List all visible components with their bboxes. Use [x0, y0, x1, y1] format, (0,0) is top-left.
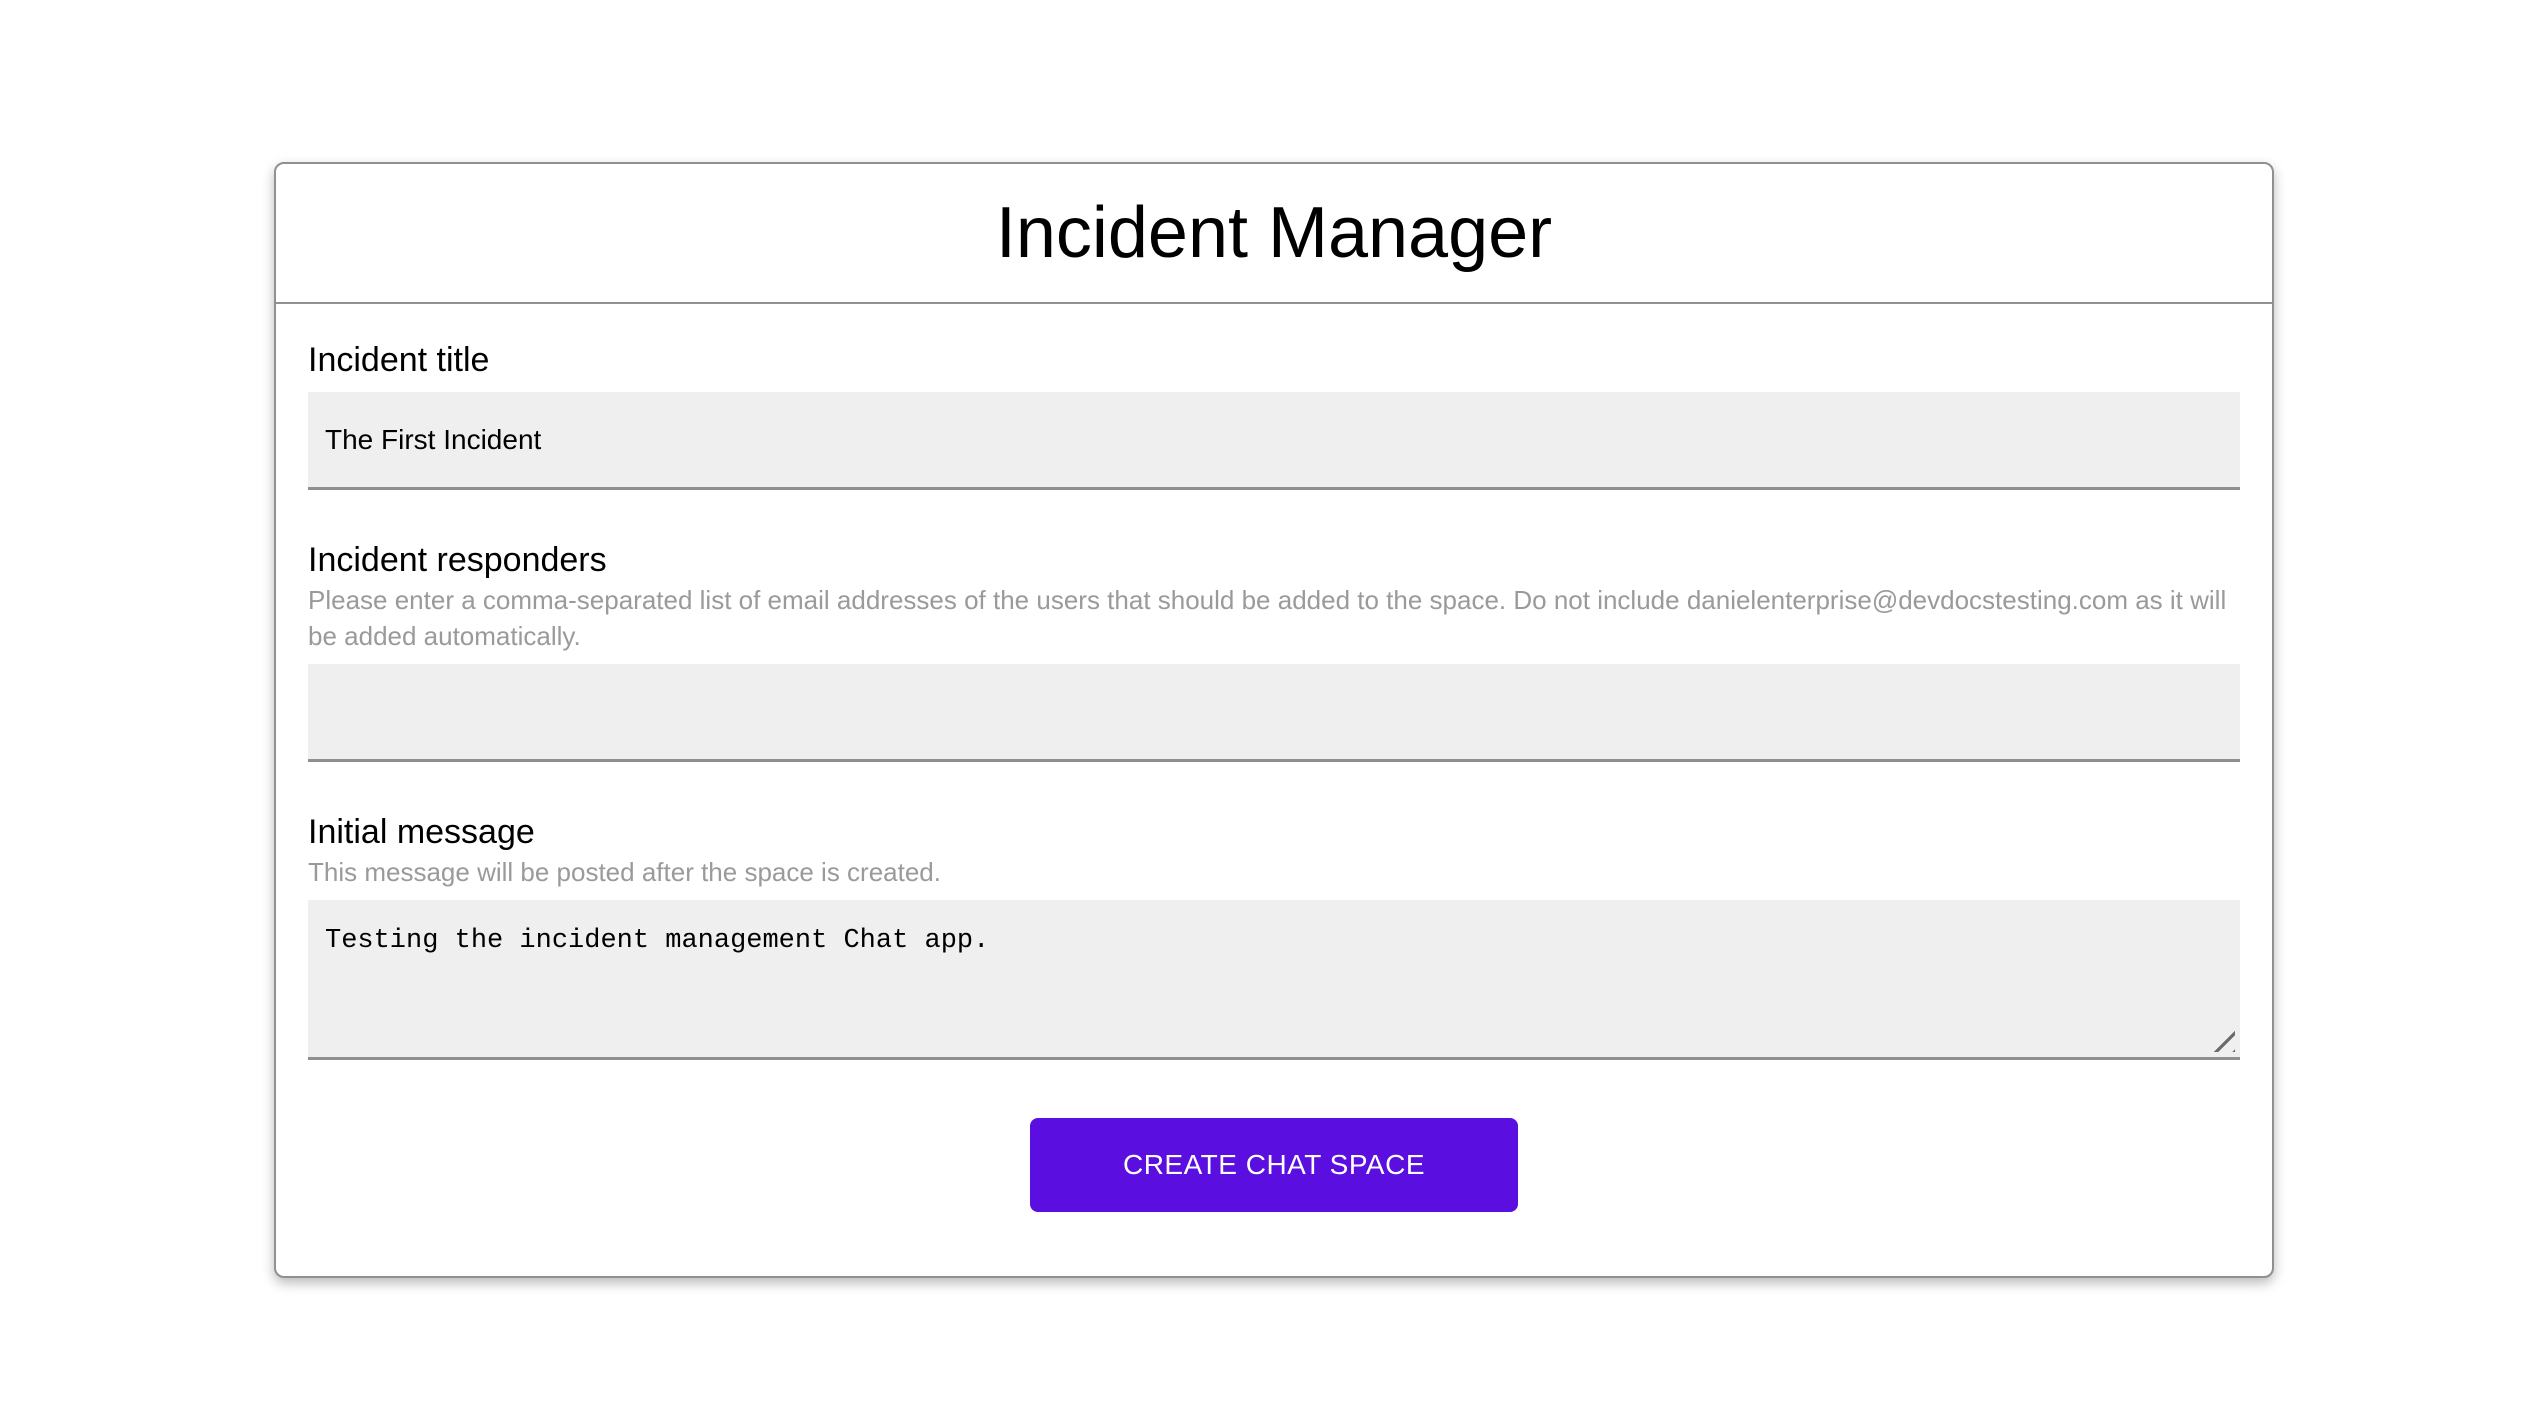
page-title: Incident Manager: [995, 193, 1553, 273]
incident-responders-helper: Please enter a comma-separated list of e…: [308, 585, 2227, 651]
field-initial-message: Initial message This message will be pos…: [308, 812, 2240, 1060]
field-incident-responders: Incident responders Please enter a comma…: [308, 540, 2240, 762]
incident-responders-input[interactable]: [308, 664, 2240, 762]
incident-responders-label: Incident responders: [308, 541, 607, 579]
incident-title-label: Incident title: [308, 341, 490, 379]
field-incident-title: Incident title: [308, 340, 2240, 490]
initial-message-label: Initial message: [308, 813, 535, 851]
page: Incident Manager Incident title Incident…: [0, 0, 2548, 1424]
initial-message-textarea-wrap: Testing the incident management Chat app…: [308, 900, 2240, 1060]
card-header: Incident Manager: [276, 164, 2272, 304]
incident-manager-card: Incident Manager Incident title Incident…: [274, 162, 2274, 1278]
incident-title-input[interactable]: [308, 392, 2240, 490]
actions-row: CREATE CHAT SPACE: [308, 1118, 2240, 1212]
initial-message-textarea[interactable]: Testing the incident management Chat app…: [308, 900, 2240, 1060]
initial-message-helper: This message will be posted after the sp…: [308, 857, 941, 887]
card-body: Incident title Incident responders Pleas…: [276, 304, 2272, 1276]
create-chat-space-button[interactable]: CREATE CHAT SPACE: [1030, 1118, 1518, 1212]
